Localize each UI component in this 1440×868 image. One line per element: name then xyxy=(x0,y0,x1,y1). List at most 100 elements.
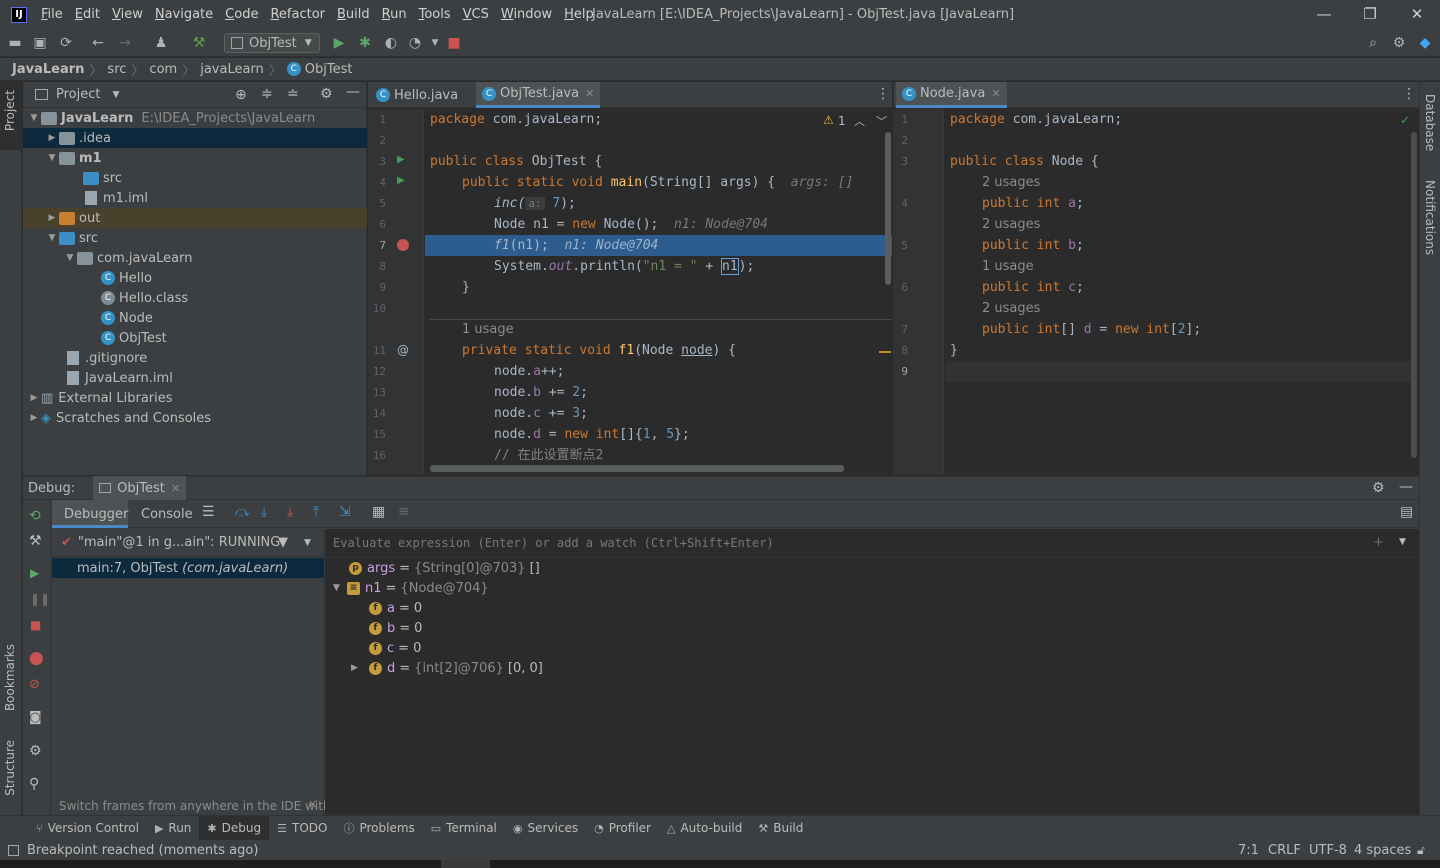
save-icon[interactable]: ▣ xyxy=(31,34,49,52)
var-row-args[interactable]: p args = {String[0]@703} [] xyxy=(349,558,540,578)
tree-item-m1[interactable]: ▼ m1 xyxy=(23,148,367,168)
annotation-at-icon[interactable]: @ xyxy=(397,343,409,357)
code-line-5[interactable]: inc(a: 7); xyxy=(494,193,576,214)
user-icon[interactable]: ♟ xyxy=(152,34,170,52)
jetbrains-toolbox-icon[interactable]: ◆ xyxy=(1416,34,1434,52)
settings-gear-icon[interactable]: ⚙ xyxy=(1390,34,1408,52)
toolwindow-services[interactable]: ◉ Services xyxy=(505,816,586,841)
profile-icon[interactable]: ◔ xyxy=(406,34,424,52)
database-tool-button[interactable]: Database xyxy=(1423,94,1437,151)
code-line-4[interactable]: public static void main(String[] args) {… xyxy=(462,172,853,193)
usage-hint[interactable]: 1 usage xyxy=(982,256,1034,277)
toolwindow-auto-build[interactable]: △ Auto-build xyxy=(659,816,750,841)
tab-console[interactable]: Console xyxy=(141,507,193,522)
horizontal-scrollbar[interactable] xyxy=(430,465,844,472)
bookmarks-tool-button[interactable]: Bookmarks xyxy=(3,644,17,711)
breadcrumb-src[interactable]: src xyxy=(107,62,126,77)
tab-objtest-java[interactable]: C ObjTest.java ✕ xyxy=(476,82,601,108)
var-row-a[interactable]: f a = 0 xyxy=(369,598,422,618)
debug-bug-icon[interactable]: ✱ xyxy=(356,34,374,52)
toolwindow-debug[interactable]: ✱ Debug xyxy=(199,815,270,841)
tree-item-out[interactable]: ▶ out xyxy=(23,208,367,228)
var-row-d[interactable]: ▶ f d = {int[2]@706} [0, 0] xyxy=(351,658,543,678)
tree-item-gitignore[interactable]: .gitignore xyxy=(23,348,367,368)
code-line-9[interactable]: } xyxy=(462,277,470,298)
indent-setting[interactable]: 4 spaces xyxy=(1354,843,1411,858)
toolwindow-version-control[interactable]: ⑂ Version Control xyxy=(28,816,147,841)
layout-menu-icon[interactable]: ☰ xyxy=(202,504,215,520)
tree-item-hello[interactable]: C Hello xyxy=(23,268,367,288)
close-tab-icon[interactable]: ✕ xyxy=(991,87,1000,100)
breadcrumb-class[interactable]: ObjTest xyxy=(305,62,353,77)
back-icon[interactable]: ← xyxy=(89,34,107,52)
run-icon[interactable]: ▶ xyxy=(330,34,348,52)
vertical-scrollbar[interactable] xyxy=(1411,132,1417,458)
menu-build[interactable]: Build xyxy=(331,0,376,29)
run-configuration-select[interactable]: ObjTest ▼ xyxy=(224,33,320,53)
usage-hint[interactable]: 2 usages xyxy=(982,214,1040,235)
breadcrumb-package[interactable]: javaLearn xyxy=(200,62,264,77)
status-message[interactable]: Breakpoint reached (moments ago) xyxy=(27,843,258,858)
camera-icon[interactable]: ◙ xyxy=(29,710,42,725)
thread-selector[interactable]: ✔ "main"@1 in g...ain": RUNNING ▼ ▼ xyxy=(52,529,324,557)
code-line-3[interactable]: public class ObjTest { xyxy=(430,151,602,172)
settings-gear-icon[interactable]: ⚙ xyxy=(1372,480,1385,496)
more-tabs-icon[interactable]: ⋮ xyxy=(1402,86,1416,102)
collapse-all-icon[interactable]: ≐ xyxy=(287,86,299,102)
menu-vcs[interactable]: VCS xyxy=(457,0,495,29)
warning-icon[interactable]: ⚠ xyxy=(823,113,834,127)
menu-refactor[interactable]: Refactor xyxy=(264,0,331,29)
menu-window[interactable]: Window xyxy=(495,0,558,29)
settings-gear-icon[interactable]: ⚙ xyxy=(320,86,333,102)
chevron-up-icon[interactable]: ︿ xyxy=(854,113,865,129)
force-step-into-icon[interactable]: ⤓ xyxy=(287,504,293,520)
code-line-8[interactable]: System.out.println("n1 = " + n1); xyxy=(494,256,754,277)
resume-icon[interactable]: ▶ xyxy=(30,566,39,580)
run-gutter-icon[interactable]: ▶ xyxy=(397,175,405,186)
code-line-11[interactable]: private static void f1(Node node) { xyxy=(462,340,736,361)
locate-icon[interactable]: ⊕ xyxy=(235,87,247,103)
settings-gear-icon[interactable]: ⚙ xyxy=(29,743,42,759)
toolwindow-todo[interactable]: ☰ TODO xyxy=(269,816,335,841)
tree-item-m1-iml[interactable]: m1.iml xyxy=(23,188,367,208)
tree-root[interactable]: ▼ JavaLearn E:\IDEA_Projects\JavaLearn xyxy=(23,108,367,128)
more-run-chevron-icon[interactable]: ▼ xyxy=(426,34,444,52)
mute-breakpoints-icon[interactable]: ⊘ xyxy=(29,677,40,692)
notifications-tool-button[interactable]: Notifications xyxy=(1423,180,1437,255)
frame-row-selected[interactable]: main:7, ObjTest (com.javaLearn) xyxy=(52,558,324,578)
expand-all-icon[interactable]: ≑ xyxy=(261,86,273,102)
toolwindow-build[interactable]: ⚒ Build xyxy=(750,816,811,841)
stop-icon[interactable]: ■ xyxy=(445,34,463,52)
chevron-right-icon[interactable]: ▶ xyxy=(351,663,369,673)
forward-icon[interactable]: → xyxy=(116,34,134,52)
code-line-1[interactable]: package com.javaLearn; xyxy=(430,109,602,130)
breadcrumb-project[interactable]: JavaLearn xyxy=(12,62,84,77)
code-line-3[interactable]: public class Node { xyxy=(950,151,1099,172)
open-folder-icon[interactable]: ▬ xyxy=(6,34,24,52)
stop-icon[interactable]: ■ xyxy=(30,618,41,632)
code-line-7[interactable]: f1(n1); n1: Node@704 xyxy=(494,235,658,256)
menu-view[interactable]: View xyxy=(106,0,149,29)
more-tabs-icon[interactable]: ⋮ xyxy=(876,86,890,102)
code-line-6[interactable]: public int c; xyxy=(982,277,1084,298)
unlock-icon[interactable]: 🔓︎ xyxy=(1417,843,1425,858)
chevron-down-icon[interactable]: ▼ xyxy=(304,538,311,548)
rerun-icon[interactable]: ⟲ xyxy=(29,508,41,524)
chevron-down-icon[interactable]: ▼ xyxy=(112,90,119,100)
run-to-cursor-icon[interactable]: ⇲ xyxy=(339,504,351,520)
tree-item-scratches[interactable]: ▶ ◈ Scratches and Consoles xyxy=(23,408,367,428)
close-tab-icon[interactable]: ✕ xyxy=(171,482,180,495)
tab-hello-java[interactable]: C Hello.java xyxy=(370,82,464,108)
toolwindow-problems[interactable]: ⓘ Problems xyxy=(335,816,422,841)
var-row-n1[interactable]: ▼ ≡ n1 = {Node@704} xyxy=(333,578,489,598)
hide-icon[interactable]: — xyxy=(1399,479,1413,495)
run-gutter-icon[interactable]: ▶ xyxy=(397,154,405,165)
code-line-5[interactable]: public int b; xyxy=(982,235,1084,256)
code-line-4[interactable]: public int a; xyxy=(982,193,1084,214)
tree-item-m1-src[interactable]: src xyxy=(23,168,367,188)
restore-icon[interactable]: ❐ xyxy=(1347,0,1393,29)
menu-navigate[interactable]: Navigate xyxy=(149,0,219,29)
toolwindow-profiler[interactable]: ◔ Profiler xyxy=(586,816,659,841)
tree-item-package[interactable]: ▼ com.javaLearn xyxy=(23,248,367,268)
usage-hint[interactable]: 1 usage xyxy=(462,319,514,340)
